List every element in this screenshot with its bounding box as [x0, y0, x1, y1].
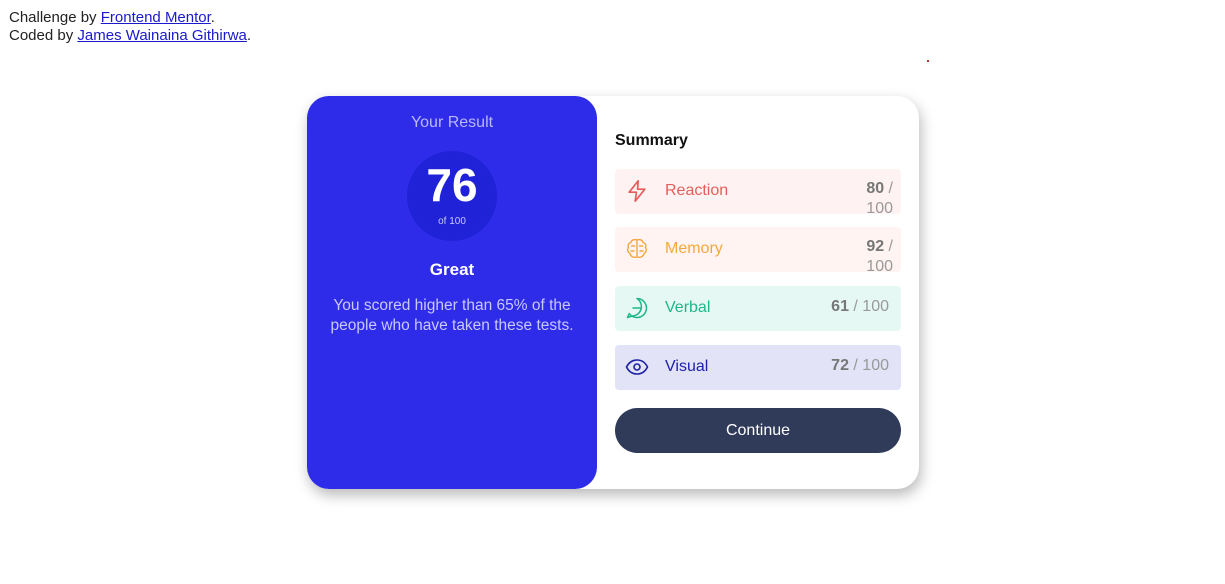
author-link[interactable]: James Wainaina Githirwa [77, 27, 247, 44]
challenge-suffix: . [210, 9, 215, 26]
challenge-prefix: Challenge by [9, 9, 101, 26]
score-out-of: of 100 [438, 216, 466, 227]
summary-item-label: Memory [665, 240, 723, 257]
summary-item-reaction: Reaction 80 / 100 [615, 169, 901, 217]
score-number: 61 [831, 298, 849, 315]
score-value: 76 [426, 159, 478, 211]
score-circle: 76 of 100 [407, 151, 497, 241]
summary-item-label: Visual [665, 358, 709, 375]
coded-suffix: . [246, 27, 252, 44]
score-number: 80 [866, 180, 885, 197]
rating-label: Great [429, 260, 475, 279]
results-card: Your Result 76 of 100 Great You scored h… [307, 96, 919, 489]
summary-item-score: 92 / 100 [853, 237, 893, 277]
chat-icon [626, 297, 648, 319]
stray-dot [927, 60, 929, 62]
score-number: 92 [866, 238, 885, 255]
frontend-mentor-link[interactable]: Frontend Mentor [101, 9, 211, 26]
summary-title: Summary [615, 132, 688, 149]
summary-item-score: 72 / 100 [831, 357, 889, 375]
result-title: Your Result [410, 114, 494, 131]
brain-icon [627, 238, 647, 258]
summary-item-label: Verbal [665, 299, 711, 316]
summary-item-verbal: Verbal 61 / 100 [615, 286, 901, 331]
summary-item-label: Reaction [665, 182, 729, 199]
result-panel: Your Result 76 of 100 Great You scored h… [307, 96, 597, 489]
result-description: You scored higher than 65% of the people… [330, 297, 574, 334]
coded-prefix: Coded by [9, 27, 78, 44]
lightning-icon [628, 179, 646, 203]
attribution: Challenge by Frontend Mentor. Coded by J… [9, 9, 251, 45]
summary-item-score: 61 / 100 [831, 298, 889, 316]
summary-item-memory: Memory 92 / 100 [615, 227, 901, 275]
challenge-line: Challenge by Frontend Mentor. [9, 9, 251, 27]
eye-icon [625, 359, 649, 375]
coded-line: Coded by James Wainaina Githirwa. [9, 27, 251, 45]
summary-panel: Summary Reaction 80 / 100 Memory 92 / 10… [615, 96, 901, 489]
score-max: / 100 [848, 357, 889, 374]
summary-item-score: 80 / 100 [853, 179, 893, 219]
score-number: 72 [831, 357, 849, 374]
score-max: / 100 [848, 298, 889, 315]
continue-button[interactable]: Continue [615, 408, 901, 453]
summary-item-visual: Visual 72 / 100 [615, 345, 901, 390]
